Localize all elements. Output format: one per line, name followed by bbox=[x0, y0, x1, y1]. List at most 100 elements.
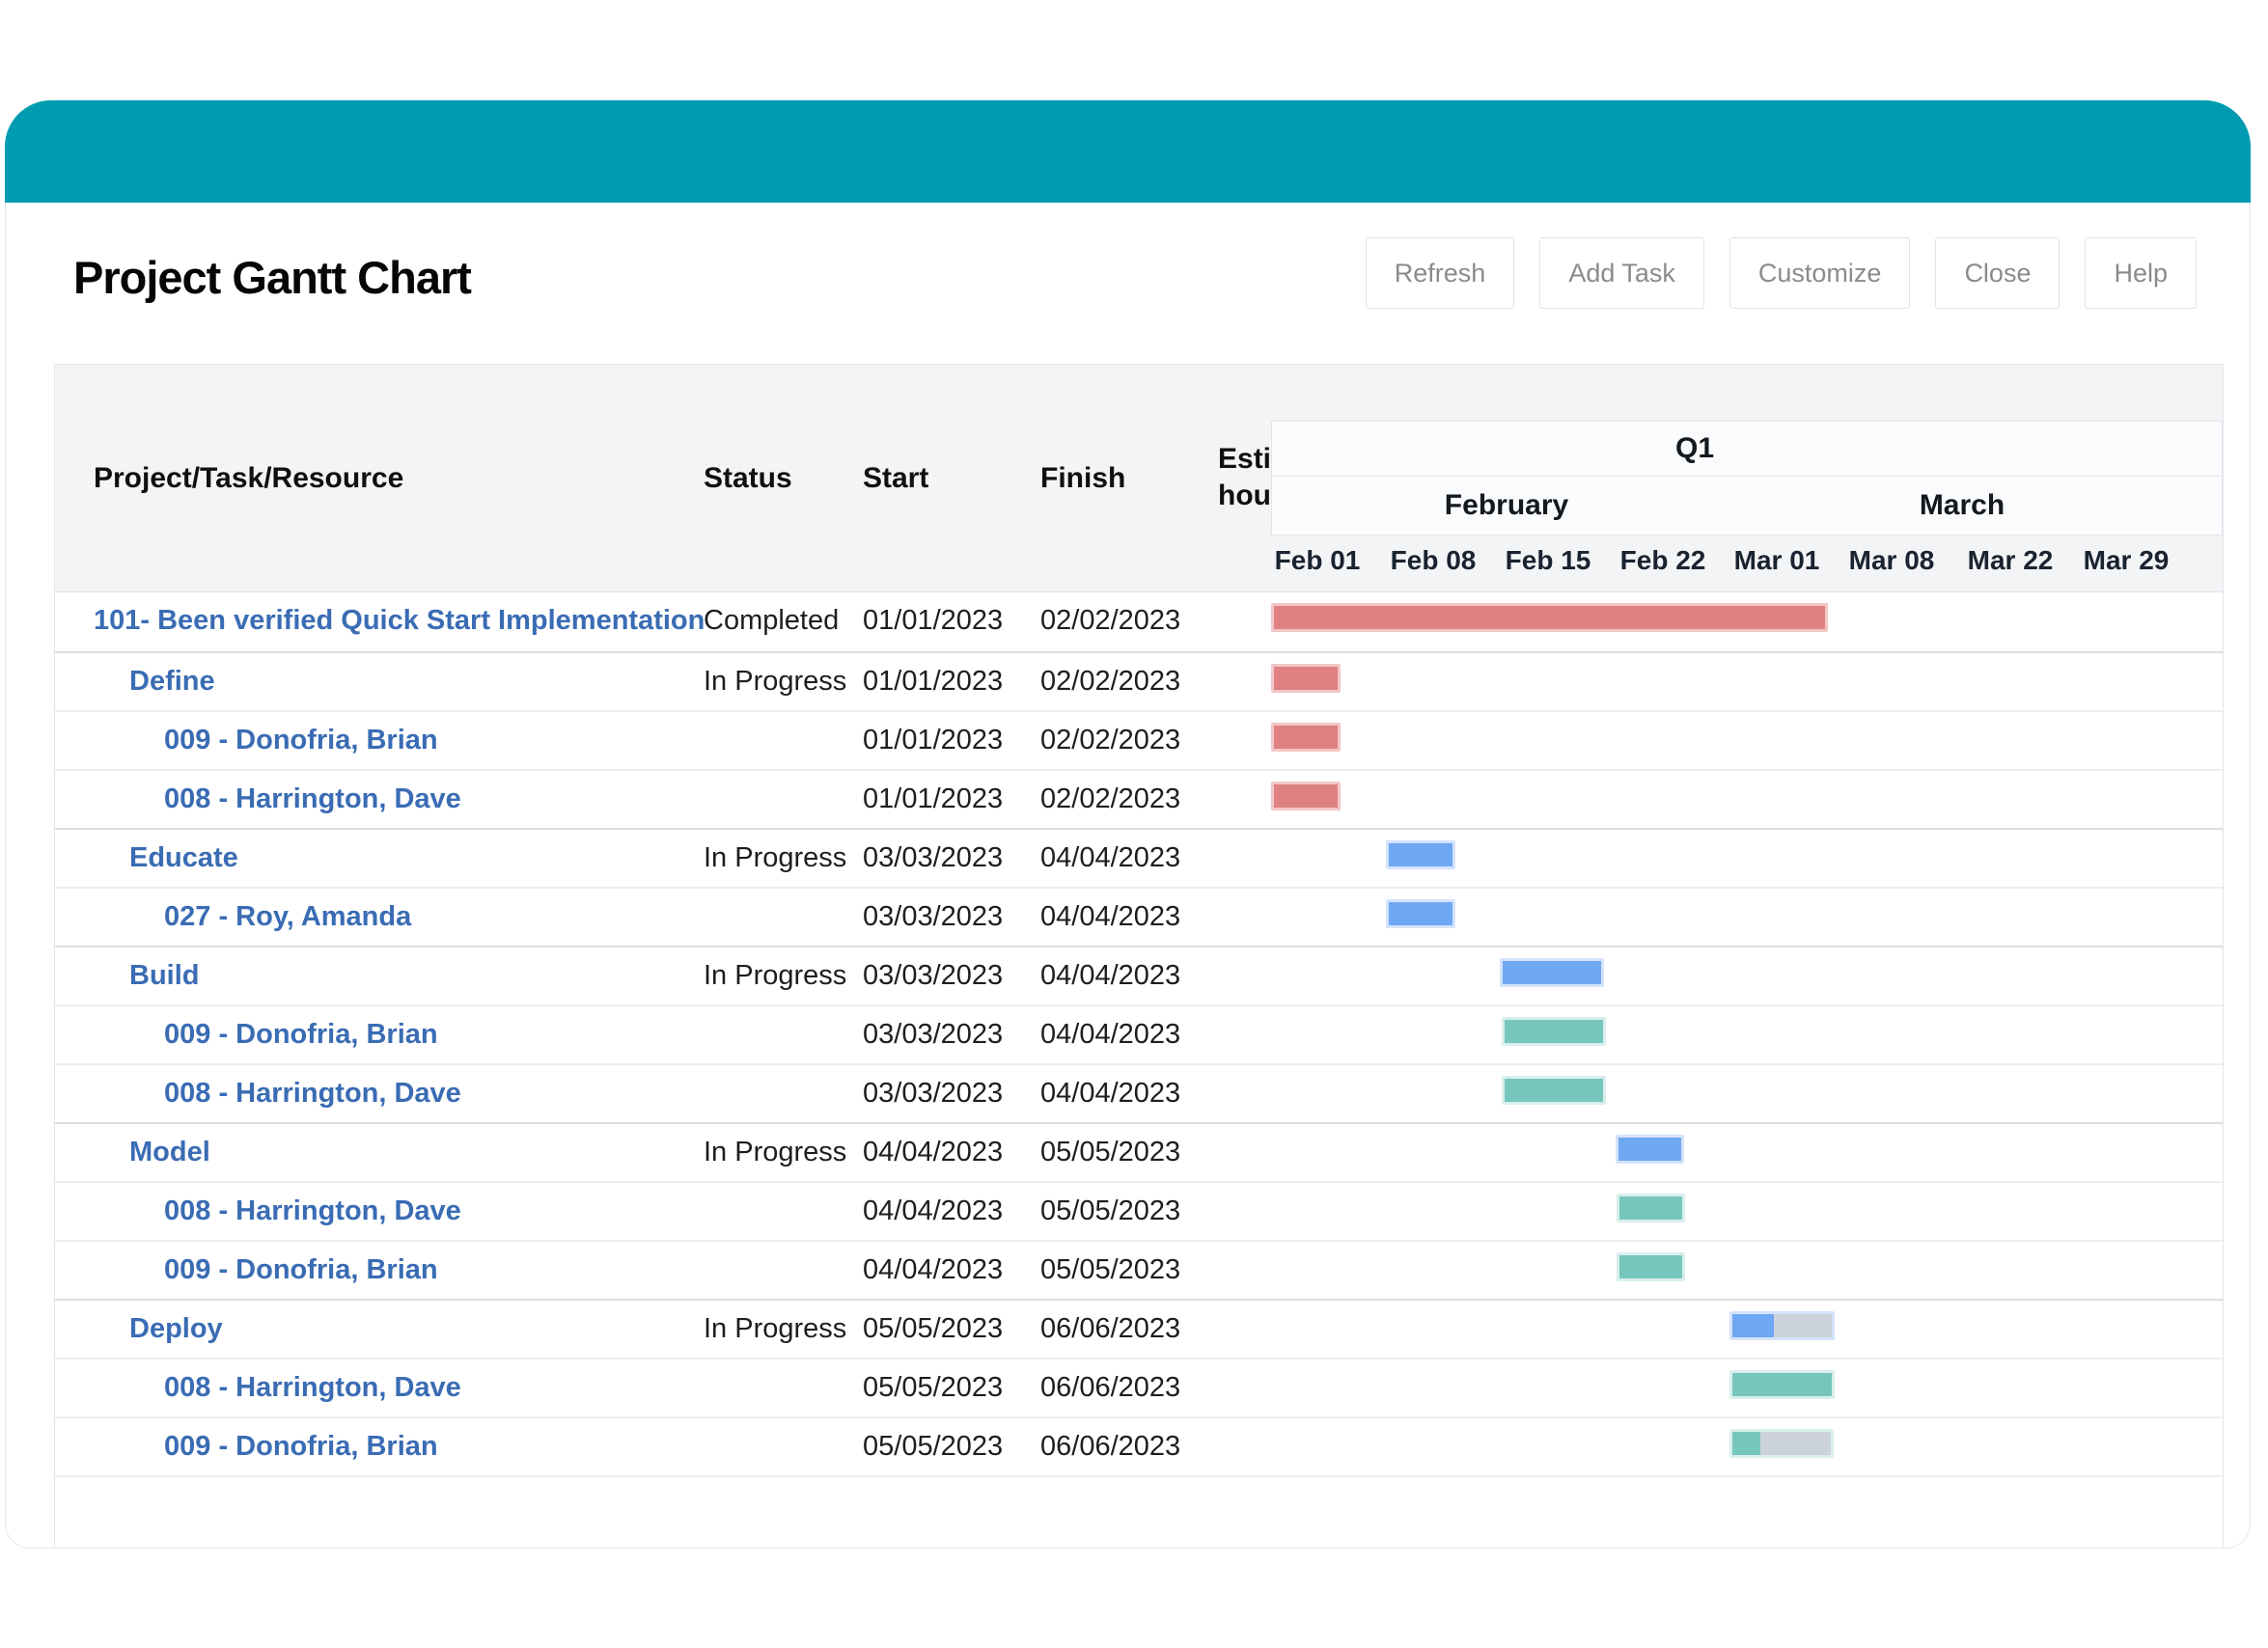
finish-date: 02/02/2023 bbox=[1040, 592, 1180, 651]
finish-date: 04/04/2023 bbox=[1040, 830, 1180, 889]
gantt-bar[interactable] bbox=[1729, 1429, 1834, 1458]
task-link[interactable]: 008 - Harrington, Dave bbox=[164, 771, 461, 830]
page-title: Project Gantt Chart bbox=[73, 251, 471, 304]
task-link[interactable]: Deploy bbox=[129, 1301, 223, 1360]
col-header-finish[interactable]: Finish bbox=[1040, 365, 1125, 592]
table-row: 009 - Donofria, Brian01/01/202302/02/202… bbox=[55, 710, 2223, 769]
gantt-bar-segment-red bbox=[1274, 606, 1825, 629]
tick-label-mar-29: Mar 29 bbox=[2084, 536, 2170, 592]
table-row: 009 - Donofria, Brian03/03/202304/04/202… bbox=[55, 1004, 2223, 1063]
finish-date: 05/05/2023 bbox=[1040, 1124, 1180, 1183]
task-link[interactable]: 008 - Harrington, Dave bbox=[164, 1360, 461, 1418]
task-link[interactable]: 008 - Harrington, Dave bbox=[164, 1183, 461, 1242]
start-date: 04/04/2023 bbox=[863, 1242, 1003, 1301]
status-value: In Progress bbox=[704, 830, 846, 889]
table-row: 101- Been verified Quick Start Implement… bbox=[55, 592, 2223, 651]
finish-date: 06/06/2023 bbox=[1040, 1360, 1180, 1418]
timeline-cell bbox=[1271, 771, 2223, 830]
task-link[interactable]: 008 - Harrington, Dave bbox=[164, 1065, 461, 1124]
timeline-quarter-band: Q1 bbox=[1271, 421, 2223, 477]
col-header-task[interactable]: Project/Task/Resource bbox=[94, 365, 403, 592]
gantt-bar[interactable] bbox=[1617, 1194, 1685, 1222]
col-header-status[interactable]: Status bbox=[704, 365, 792, 592]
status-value: In Progress bbox=[704, 1301, 846, 1360]
task-link[interactable]: 027 - Roy, Amanda bbox=[164, 889, 411, 948]
gantt-bar-segment-gray bbox=[1774, 1314, 1832, 1337]
gantt-bar[interactable] bbox=[1729, 1370, 1835, 1399]
task-link[interactable]: Build bbox=[129, 948, 200, 1006]
gantt-widget-card: Project Gantt Chart Refresh Add Task Custo… bbox=[5, 100, 2251, 1549]
gantt-bar[interactable] bbox=[1386, 840, 1455, 869]
task-link[interactable]: 009 - Donofria, Brian bbox=[164, 712, 438, 771]
status-value: In Progress bbox=[704, 1124, 846, 1183]
estimated-hours-line1: Esti bbox=[1218, 441, 1272, 478]
timeline-cell bbox=[1271, 653, 2223, 712]
gantt-bar-segment-red bbox=[1274, 784, 1338, 808]
task-link[interactable]: Model bbox=[129, 1124, 210, 1183]
customize-button[interactable]: Customize bbox=[1729, 237, 1911, 309]
gantt-bar[interactable] bbox=[1271, 723, 1341, 752]
task-link[interactable]: 009 - Donofria, Brian bbox=[164, 1418, 438, 1477]
gantt-bar[interactable] bbox=[1500, 958, 1604, 987]
refresh-button[interactable]: Refresh bbox=[1366, 237, 1515, 309]
timeline-cell bbox=[1271, 712, 2223, 771]
timeline-cell bbox=[1271, 1242, 2223, 1301]
add-task-button[interactable]: Add Task bbox=[1539, 237, 1704, 309]
gantt-bar-segment-teal bbox=[1619, 1255, 1682, 1278]
finish-date: 04/04/2023 bbox=[1040, 1065, 1180, 1124]
tick-label-feb-15: Feb 15 bbox=[1506, 536, 1591, 592]
task-link[interactable]: 009 - Donofria, Brian bbox=[164, 1242, 438, 1301]
timeline-cell bbox=[1271, 1065, 2223, 1124]
toolbar: Refresh Add Task Customize Close Help bbox=[1366, 237, 2197, 309]
gantt-bar[interactable] bbox=[1271, 782, 1341, 810]
gantt-bar[interactable] bbox=[1617, 1252, 1685, 1281]
gantt-bar-segment-teal bbox=[1505, 1079, 1603, 1102]
tick-label-mar-08: Mar 08 bbox=[1849, 536, 1935, 592]
status-value: Completed bbox=[704, 592, 839, 651]
gantt-bar-segment-teal bbox=[1732, 1373, 1832, 1396]
help-button[interactable]: Help bbox=[2085, 237, 2197, 309]
table-row: DefineIn Progress01/01/202302/02/2023 bbox=[55, 651, 2223, 710]
close-button[interactable]: Close bbox=[1935, 237, 2060, 309]
timeline-cell bbox=[1271, 830, 2223, 889]
gantt-bar-segment-blue bbox=[1389, 902, 1452, 925]
timeline-cell bbox=[1271, 889, 2223, 948]
finish-date: 06/06/2023 bbox=[1040, 1301, 1180, 1360]
empty-row bbox=[55, 1475, 2223, 1548]
gantt-bar-segment-teal bbox=[1619, 1196, 1682, 1220]
gantt-bar-segment-blue bbox=[1732, 1314, 1774, 1337]
gantt-table: Project/Task/Resource Status Start Finis… bbox=[54, 364, 2224, 1547]
gantt-bar-segment-blue bbox=[1503, 961, 1601, 984]
table-row: 008 - Harrington, Dave05/05/202306/06/20… bbox=[55, 1358, 2223, 1416]
gantt-bar[interactable] bbox=[1729, 1311, 1835, 1340]
start-date: 01/01/2023 bbox=[863, 771, 1003, 830]
start-date: 01/01/2023 bbox=[863, 592, 1003, 651]
task-link[interactable]: 009 - Donofria, Brian bbox=[164, 1006, 438, 1065]
task-link[interactable]: 101- Been verified Quick Start Implement… bbox=[94, 592, 705, 651]
finish-date: 05/05/2023 bbox=[1040, 1242, 1180, 1301]
gantt-bar[interactable] bbox=[1616, 1135, 1684, 1164]
table-row: 009 - Donofria, Brian05/05/202306/06/202… bbox=[55, 1416, 2223, 1475]
gantt-bar[interactable] bbox=[1502, 1076, 1606, 1105]
gantt-bar[interactable] bbox=[1271, 664, 1341, 693]
start-date: 01/01/2023 bbox=[863, 653, 1003, 712]
table-row: 008 - Harrington, Dave04/04/202305/05/20… bbox=[55, 1181, 2223, 1240]
gantt-bar[interactable] bbox=[1386, 899, 1455, 928]
gantt-bar[interactable] bbox=[1502, 1017, 1606, 1046]
col-header-estimated-hours[interactable]: Esti hou bbox=[1218, 441, 1272, 518]
page: Project Gantt Chart Refresh Add Task Custo… bbox=[0, 0, 2268, 1648]
timeline-cell bbox=[1271, 1418, 2223, 1477]
timeline-cell bbox=[1271, 592, 2223, 651]
start-date: 03/03/2023 bbox=[863, 1065, 1003, 1124]
timeline-cell bbox=[1271, 1124, 2223, 1183]
table-row: Model In Progress 04/04/2023 05/05/2023 bbox=[55, 1122, 2223, 1181]
col-header-start[interactable]: Start bbox=[863, 365, 928, 592]
start-date: 03/03/2023 bbox=[863, 1006, 1003, 1065]
gantt-bar-segment-red bbox=[1274, 667, 1338, 690]
task-link[interactable]: Define bbox=[129, 653, 215, 712]
start-date: 04/04/2023 bbox=[863, 1124, 1003, 1183]
gantt-bar[interactable] bbox=[1271, 603, 1828, 632]
start-date: 01/01/2023 bbox=[863, 712, 1003, 771]
task-link[interactable]: Educate bbox=[129, 830, 238, 889]
gantt-bar-segment-teal bbox=[1732, 1432, 1760, 1455]
